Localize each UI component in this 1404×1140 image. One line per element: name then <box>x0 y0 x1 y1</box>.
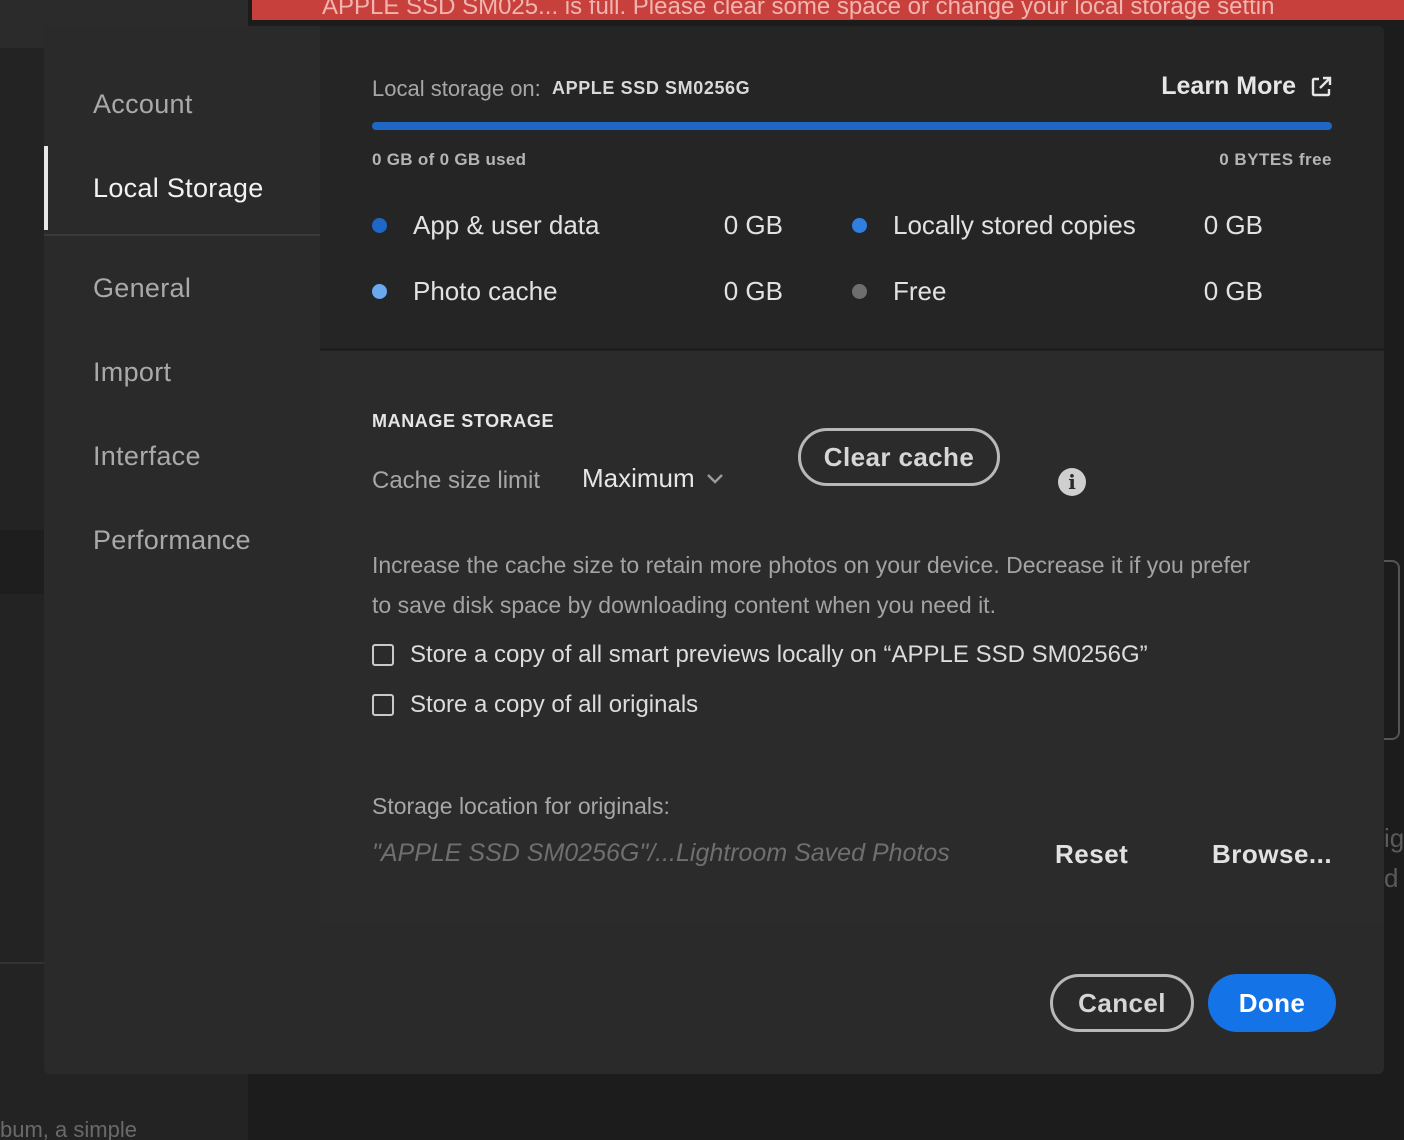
preferences-dialog: Account Local Storage General Import Int… <box>44 26 1384 1074</box>
legend-label: Photo cache <box>413 276 558 306</box>
nav-item-interface[interactable]: Interface <box>44 414 320 498</box>
originals-checkbox[interactable] <box>372 694 394 716</box>
manage-storage-panel: MANAGE STORAGE Cache size limit Maximum … <box>320 351 1384 922</box>
manage-storage-title: MANAGE STORAGE <box>372 411 555 431</box>
cache-description: Increase the cache size to retain more p… <box>372 552 1251 618</box>
free-text: 0 BYTES free <box>1219 150 1332 169</box>
cache-size-dropdown[interactable]: Maximum <box>582 463 725 494</box>
legend-value: 0 GB <box>1203 210 1263 240</box>
nav-item-local-storage[interactable]: Local Storage <box>44 146 320 230</box>
drive-name: APPLE SSD SM0256G <box>552 78 751 98</box>
used-text: 0 GB of 0 GB used <box>372 150 527 169</box>
smart-previews-checkbox[interactable] <box>372 644 394 666</box>
legend-free: Free 0 GB <box>852 276 1263 307</box>
preferences-sidebar: Account Local Storage General Import Int… <box>44 26 320 1074</box>
reset-button[interactable]: Reset <box>1055 839 1128 870</box>
cache-size-label: Cache size limit <box>372 467 541 494</box>
originals-label: Store a copy of all originals <box>410 691 699 718</box>
legend-value: 0 GB <box>723 276 783 306</box>
chevron-down-icon <box>706 473 723 484</box>
background-text-fragment: ig d <box>1384 823 1404 893</box>
local-storage-label: Local storage on: <box>372 76 541 101</box>
cache-size-value: Maximum <box>582 463 695 493</box>
legend-label: Free <box>893 276 947 306</box>
nav-item-general[interactable]: General <box>44 246 320 330</box>
storage-location-label: Storage location for originals: <box>372 793 670 819</box>
legend-locally-stored-copies: Locally stored copies 0 GB <box>852 210 1263 241</box>
info-icon[interactable]: i <box>1058 468 1086 496</box>
legend-label: Locally stored copies <box>893 210 1136 240</box>
smart-previews-option[interactable]: Store a copy of all smart previews local… <box>372 641 1148 669</box>
clear-cache-button[interactable]: Clear cache <box>798 428 1000 486</box>
preferences-content: Local storage on: APPLE SSD SM0256G Lear… <box>320 26 1384 922</box>
legend-value: 0 GB <box>723 210 783 240</box>
legend-label: App & user data <box>413 210 600 240</box>
background-caption: bum, a simple <box>0 1117 137 1140</box>
storage-usage-bar <box>372 122 1332 130</box>
storage-location-path: "APPLE SSD SM0256G"/...Lightroom Saved P… <box>372 839 950 867</box>
background-panel-edge <box>1384 560 1400 740</box>
learn-more-link[interactable]: Learn More <box>1161 72 1332 101</box>
originals-option[interactable]: Store a copy of all originals <box>372 691 698 719</box>
legend-photo-cache: Photo cache 0 GB <box>372 276 783 307</box>
cancel-button[interactable]: Cancel <box>1050 974 1194 1032</box>
storage-usage-fill <box>372 122 1332 130</box>
external-link-icon <box>1311 76 1332 96</box>
nav-item-import[interactable]: Import <box>44 330 320 414</box>
legend-dot <box>372 218 387 233</box>
nav-divider <box>44 234 320 236</box>
storage-overview: Local storage on: APPLE SSD SM0256G Lear… <box>320 26 1384 348</box>
learn-more-label: Learn More <box>1161 72 1296 100</box>
legend-dot <box>852 218 867 233</box>
nav-item-performance[interactable]: Performance <box>44 498 320 582</box>
legend-value: 0 GB <box>1203 276 1263 306</box>
legend-dot <box>852 284 867 299</box>
legend-app-user-data: App & user data 0 GB <box>372 210 783 241</box>
browse-button[interactable]: Browse... <box>1212 839 1332 870</box>
storage-full-banner: APPLE SSD SM025... is full. Please clear… <box>252 0 1404 20</box>
done-button[interactable]: Done <box>1208 974 1336 1032</box>
smart-previews-label: Store a copy of all smart previews local… <box>410 641 1148 668</box>
legend-dot <box>372 284 387 299</box>
nav-item-account[interactable]: Account <box>44 62 320 146</box>
